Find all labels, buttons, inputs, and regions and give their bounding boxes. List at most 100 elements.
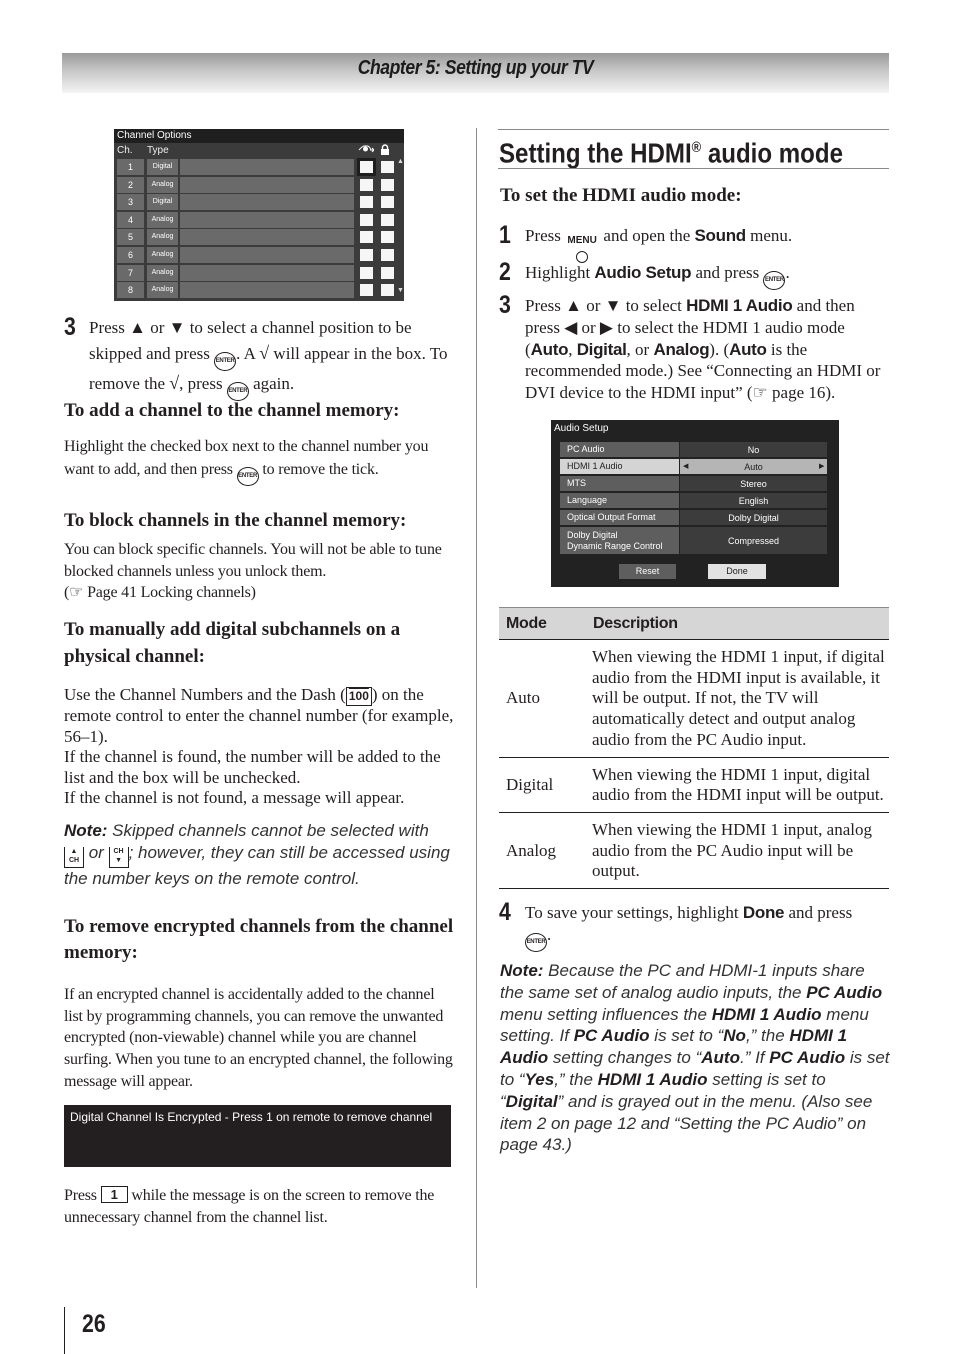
description-cell: When viewing the HDMI 1 input, digital a… <box>586 757 889 813</box>
description-cell: When viewing the HDMI 1 input, if digita… <box>586 639 889 758</box>
audio-setting-row[interactable]: Dolby Digital Dynamic Range Control Compr… <box>560 527 827 554</box>
step-number: 3 <box>499 291 511 319</box>
skip-checkbox[interactable] <box>360 284 373 297</box>
step-number: 1 <box>499 221 511 249</box>
menu-button-icon: MENU <box>565 230 599 263</box>
description-cell: When viewing the HDMI 1 input, analog au… <box>586 812 889 890</box>
step-number: 2 <box>499 258 511 286</box>
setting-value: Dolby Digital <box>680 510 827 525</box>
key-1-icon: 1 <box>100 1186 128 1203</box>
lock-checkbox[interactable] <box>381 249 394 261</box>
mode-cell: Analog <box>499 812 586 890</box>
channel-type: Digital <box>147 159 178 175</box>
setting-value: No <box>680 442 827 457</box>
lock-checkbox[interactable] <box>381 196 394 209</box>
channel-number: 1 <box>117 159 144 175</box>
lock-checkbox[interactable] <box>381 213 394 226</box>
step-3-hdmi-text: Press ▲ or ▼ to select HDMI 1 Audio and … <box>525 296 881 403</box>
lock-checkbox[interactable] <box>381 178 394 191</box>
channel-options-screen: Channel Options Ch. Type 1 Digital 2 Analog… <box>114 129 404 301</box>
encrypted-message-text: Digital Channel Is Encrypted - Press 1 o… <box>70 1110 433 1124</box>
setting-label: PC Audio <box>560 442 679 457</box>
skip-checkbox[interactable] <box>360 266 373 279</box>
column-divider <box>476 128 477 1288</box>
setting-label: Optical Output Format <box>560 510 679 525</box>
enter-button-icon: ENTER <box>525 933 547 952</box>
channel-name-field <box>180 176 354 193</box>
setting-label: Dolby Digital Dynamic Range Control <box>560 527 679 554</box>
lock-checkbox[interactable] <box>381 161 394 173</box>
table-row: Digital When viewing the HDMI 1 input, d… <box>499 757 889 813</box>
skip-checkbox[interactable] <box>360 231 373 244</box>
left-arrow-icon[interactable]: ◀ <box>683 459 688 474</box>
chapter-header-band: Chapter 5: Setting up your TV <box>62 53 889 93</box>
done-button[interactable]: Done <box>708 564 766 579</box>
mode-description-table: Mode Description Auto When viewing the H… <box>499 607 889 890</box>
table-header-mode: Mode <box>499 607 586 640</box>
right-arrow-icon[interactable]: ▶ <box>819 459 824 474</box>
skip-checkbox[interactable] <box>360 178 373 191</box>
screen-title: Audio Setup <box>554 423 609 434</box>
audio-setting-row[interactable]: Optical Output Format Dolby Digital <box>560 510 827 525</box>
setting-value: Auto <box>680 459 827 474</box>
reset-button[interactable]: Reset <box>619 564 676 579</box>
step-2-text: Highlight Audio Setup and press ENTER. <box>525 262 890 290</box>
skip-eye-icon <box>358 144 376 157</box>
setting-label: Language <box>560 493 679 508</box>
step-number: 4 <box>499 898 511 926</box>
channel-name-field <box>180 264 354 281</box>
enter-button-icon: ENTER <box>214 351 237 371</box>
skip-checkbox[interactable] <box>360 196 373 209</box>
section-rule-bottom <box>498 168 889 169</box>
channel-name-field <box>180 247 354 263</box>
scroll-down-arrow[interactable]: ▼ <box>397 287 404 294</box>
manual-subchannels-text: Use the Channel Numbers and the Dash (10… <box>64 685 454 807</box>
channel-type: Analog <box>147 211 178 228</box>
channel-name-field <box>180 229 354 246</box>
channel-type: Analog <box>147 264 178 281</box>
column-header-type: Type <box>147 145 169 156</box>
channel-name-field <box>180 211 354 228</box>
skip-checkbox[interactable] <box>360 213 373 226</box>
page-reference-link[interactable]: (☞ Page 41 Locking channels) <box>64 584 256 601</box>
heading-set-hdmi-audio: To set the HDMI audio mode: <box>500 185 742 206</box>
add-channel-text: Highlight the checked box next to the ch… <box>64 435 454 486</box>
channel-type: Analog <box>147 247 178 263</box>
heading-remove-encrypted: To remove encrypted channels from the ch… <box>64 916 454 963</box>
audio-setting-row[interactable]: MTS Stereo <box>560 476 827 491</box>
channel-number: 8 <box>117 282 144 299</box>
step-4-text: To save your settings, highlight Done an… <box>525 902 890 952</box>
channel-number: 4 <box>117 211 144 228</box>
lock-checkbox[interactable] <box>381 231 394 244</box>
channel-type: Digital <box>147 194 178 211</box>
channel-name-field <box>180 159 354 175</box>
note-pc-audio: Note: Because the PC and HDMI-1 inputs s… <box>500 961 890 1155</box>
audio-setting-row[interactable]: Language English <box>560 493 827 508</box>
dash-key-icon: 100 <box>345 687 372 706</box>
channel-up-key-icon: ▲ CH <box>64 847 84 868</box>
lock-checkbox[interactable] <box>381 266 394 279</box>
lock-icon <box>380 144 390 158</box>
setting-value: Stereo <box>680 476 827 491</box>
block-channels-text: You can block specific channels. You wil… <box>64 541 442 601</box>
audio-setting-row[interactable]: PC Audio No <box>560 442 827 457</box>
table-header-description: Description <box>586 607 889 640</box>
press-1-text: Press 1 while the message is on the scre… <box>64 1186 435 1226</box>
checkmark-icon: √ <box>169 372 180 393</box>
scroll-up-arrow[interactable]: ▲ <box>397 158 404 165</box>
channel-number: 7 <box>117 264 144 281</box>
skip-checkbox[interactable] <box>357 158 376 176</box>
audio-setting-row[interactable]: HDMI 1 Audio Auto ◀ ▶ <box>560 459 827 474</box>
note-skipped-channels: Note: Skipped channels cannot be selecte… <box>64 821 450 888</box>
remove-encrypted-text: If an encrypted channel is accidentally … <box>64 986 453 1090</box>
lock-checkbox[interactable] <box>381 284 394 297</box>
channel-type: Analog <box>147 282 178 299</box>
channel-name-field <box>180 282 354 299</box>
heading-manual-subchannels: To manually add digital subchannels on a… <box>64 619 401 667</box>
channel-type: Analog <box>147 229 178 246</box>
step-3-text: Press ▲ or ▼ to select a channel positio… <box>89 316 449 401</box>
page-number-rule <box>64 1307 65 1354</box>
channel-number: 3 <box>117 194 144 211</box>
page-number: 26 <box>82 1310 106 1338</box>
skip-checkbox[interactable] <box>360 249 373 261</box>
